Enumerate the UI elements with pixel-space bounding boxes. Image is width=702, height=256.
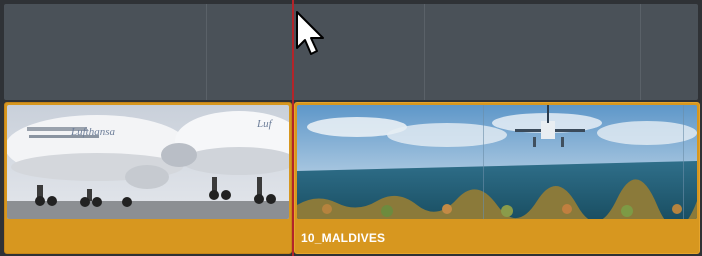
track-divider bbox=[640, 4, 641, 100]
svg-text:Lufthansa: Lufthansa bbox=[70, 126, 116, 138]
track-divider bbox=[424, 4, 425, 100]
timeline-clip-maldives[interactable]: 10_MALDIVES bbox=[294, 102, 700, 254]
clip-name-label: 10_MALDIVES bbox=[301, 231, 386, 245]
timeline-clip-airplane[interactable]: Lufthansa Luf bbox=[4, 102, 292, 254]
empty-track-area[interactable] bbox=[4, 4, 698, 100]
maldives-thumbnail bbox=[297, 105, 697, 219]
track-divider bbox=[206, 4, 207, 100]
svg-text:Luf: Luf bbox=[256, 118, 274, 130]
timeline: Lufthansa Luf 10_MALDIVES bbox=[0, 0, 702, 256]
arrow-pointer-icon bbox=[296, 11, 324, 55]
clip-thumbnail-filmstrip bbox=[297, 105, 697, 219]
airplane-thumbnail: Lufthansa Luf bbox=[7, 105, 289, 219]
clip-thumbnail-filmstrip: Lufthansa Luf bbox=[7, 105, 289, 219]
